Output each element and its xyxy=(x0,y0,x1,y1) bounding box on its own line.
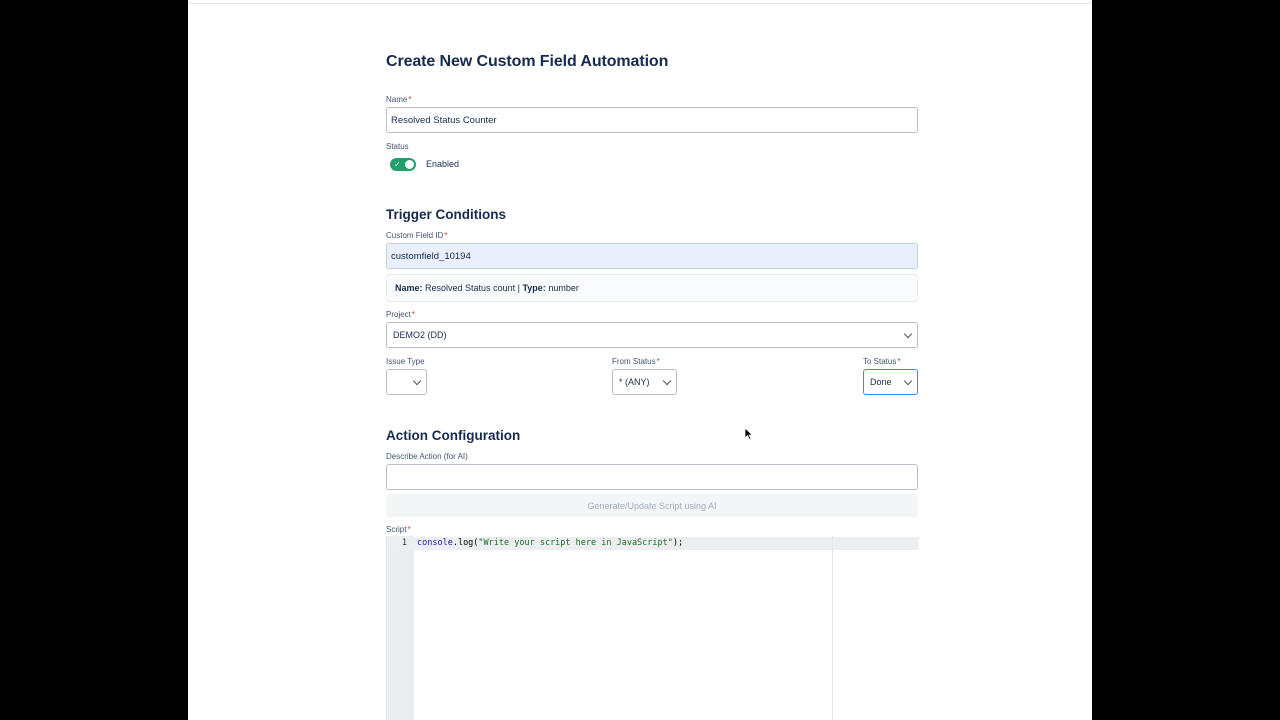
required-mark: * xyxy=(897,357,901,366)
to-status-label-text: To Status xyxy=(863,357,897,366)
code-end: ); xyxy=(672,538,684,548)
required-mark: * xyxy=(656,357,660,366)
project-label-text: Project xyxy=(386,310,411,319)
custom-field-label-text: Custom Field ID xyxy=(386,231,444,240)
name-label-text: Name xyxy=(386,95,408,104)
status-toggle[interactable]: ✓ xyxy=(390,158,416,171)
required-mark: * xyxy=(444,231,448,240)
from-status-select[interactable]: * (ANY) xyxy=(612,369,677,395)
chevron-down-icon xyxy=(903,329,913,338)
status-toggle-label: Enabled xyxy=(426,159,460,169)
automation-form: Create New Custom Field Automation Name*… xyxy=(386,0,919,720)
status-label: Status xyxy=(386,142,409,151)
hint-type-value: number xyxy=(548,283,579,293)
print-margin xyxy=(832,536,833,720)
code-object: console xyxy=(417,538,453,548)
hint-name-key: Name: xyxy=(395,283,423,293)
code-line[interactable]: console.log("Write your script here in J… xyxy=(417,537,683,550)
code-string: "Write your script here in JavaScript" xyxy=(478,538,673,548)
custom-field-label: Custom Field ID* xyxy=(386,231,447,240)
from-status-label: From Status* xyxy=(612,357,660,366)
custom-field-input-value: customfield_10194 xyxy=(391,250,471,262)
action-configuration-heading: Action Configuration xyxy=(386,428,521,443)
script-label-text: Script xyxy=(386,525,407,534)
chevron-down-icon xyxy=(412,376,422,385)
mouse-pointer-icon xyxy=(744,427,754,441)
to-status-select-value: Done xyxy=(870,377,892,387)
required-mark: * xyxy=(411,310,416,319)
editor-gutter xyxy=(387,536,414,720)
custom-field-info: Name: Resolved Status count | Type: numb… xyxy=(386,274,918,302)
name-label: Name* xyxy=(386,95,411,104)
script-editor[interactable]: 1 console.log("Write your script here in… xyxy=(386,536,919,720)
chevron-down-icon xyxy=(903,376,913,385)
check-icon: ✓ xyxy=(394,160,401,169)
to-status-select[interactable]: Done xyxy=(863,369,918,395)
issue-type-select[interactable] xyxy=(386,369,427,395)
page-title: Create New Custom Field Automation xyxy=(386,53,669,70)
line-number: 1 xyxy=(401,538,407,548)
describe-action-label: Describe Action (for AI) xyxy=(386,452,468,461)
name-input[interactable]: Resolved Status Counter xyxy=(386,107,918,133)
from-status-label-text: From Status xyxy=(612,357,656,366)
code-function: .log( xyxy=(452,538,479,548)
chevron-down-icon xyxy=(662,376,672,385)
trigger-conditions-heading: Trigger Conditions xyxy=(386,207,506,222)
script-label: Script* xyxy=(386,525,411,534)
custom-field-input[interactable]: customfield_10194 xyxy=(386,243,918,269)
describe-action-input[interactable] xyxy=(386,464,918,490)
hint-name-value: Resolved Status count | xyxy=(425,283,520,293)
required-mark: * xyxy=(408,95,412,104)
project-label: Project* xyxy=(386,310,415,319)
issue-type-label: Issue Type xyxy=(386,357,425,366)
page: Create New Custom Field Automation Name*… xyxy=(188,0,1092,720)
to-status-label: To Status* xyxy=(863,357,900,366)
project-select-value: DEMO2 (DD) xyxy=(393,330,447,340)
toggle-knob xyxy=(405,160,414,169)
generate-script-button[interactable]: Generate/Update Script using AI xyxy=(386,494,918,517)
hint-type-key: Type: xyxy=(522,283,546,293)
required-mark: * xyxy=(407,525,411,534)
name-input-value: Resolved Status Counter xyxy=(391,114,497,126)
from-status-select-value: * (ANY) xyxy=(619,377,650,387)
project-select[interactable]: DEMO2 (DD) xyxy=(386,322,918,348)
